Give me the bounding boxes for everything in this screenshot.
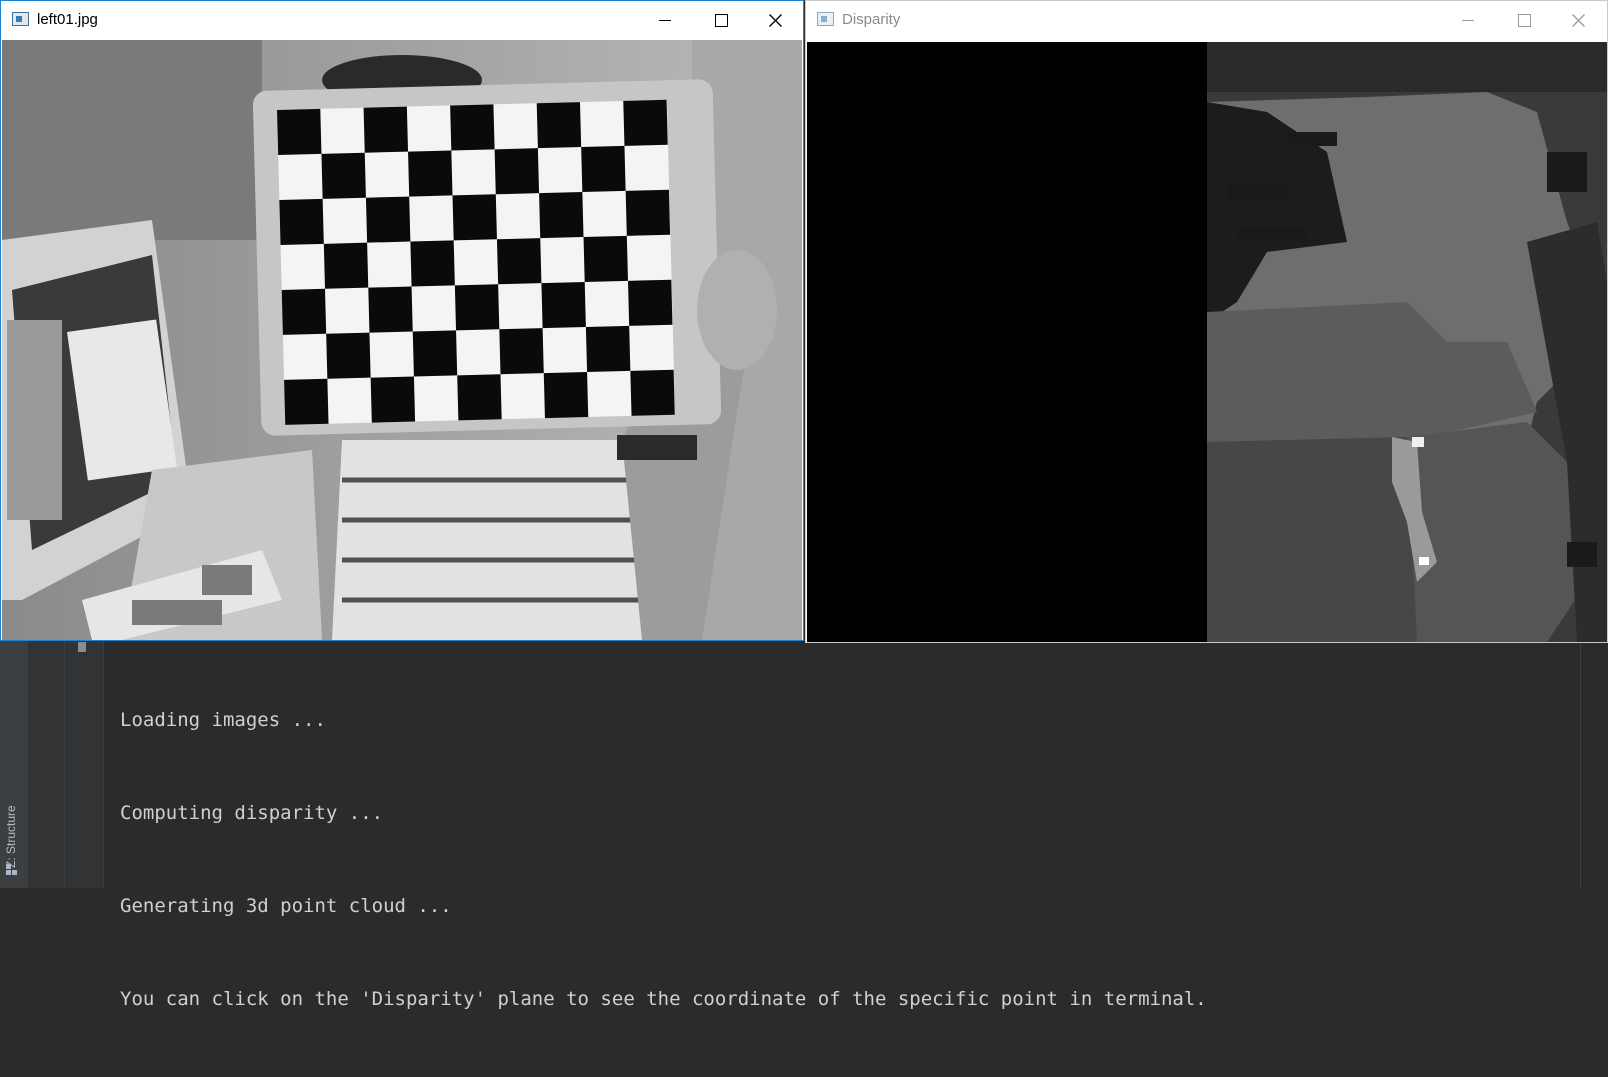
left-image-view[interactable]: [2, 40, 802, 640]
left-window-title: left01.jpg: [37, 11, 98, 28]
structure-icon[interactable]: [6, 864, 18, 876]
console-line: You can click on the 'Disparity' plane t…: [120, 988, 1207, 1010]
disparity-window[interactable]: Disparity: [805, 0, 1608, 643]
minimize-button[interactable]: [1440, 1, 1496, 40]
minimize-button[interactable]: [637, 1, 693, 40]
gutter-marker-icon: [78, 642, 86, 652]
console-line: Computing disparity ...: [120, 802, 384, 824]
structure-tab-label: Z: Structure: [4, 805, 18, 868]
left-image-window[interactable]: left01.jpg: [0, 0, 804, 641]
gutter-divider: [64, 640, 65, 888]
left-camera-image: [2, 40, 802, 640]
app-window-icon: [817, 12, 834, 26]
console-scrollbar[interactable]: [1580, 640, 1608, 888]
run-console-output[interactable]: Loading images ... Computing disparity .…: [120, 643, 1580, 1077]
close-icon: [769, 14, 782, 27]
ide-gutter: [28, 640, 104, 888]
disparity-image-view[interactable]: [807, 42, 1607, 642]
maximize-button[interactable]: [1496, 1, 1552, 40]
maximize-button[interactable]: [693, 1, 749, 40]
disparity-window-titlebar[interactable]: Disparity: [806, 1, 1607, 42]
left-window-titlebar[interactable]: left01.jpg: [1, 1, 803, 40]
console-line: Loading images ...: [120, 709, 326, 731]
disparity-window-title: Disparity: [842, 11, 901, 28]
disparity-map-image: [807, 42, 1607, 642]
close-icon: [1572, 14, 1585, 27]
close-button[interactable]: [748, 1, 804, 40]
close-button[interactable]: [1551, 1, 1607, 40]
app-window-icon: [12, 12, 29, 26]
console-line: Generating 3d point cloud ...: [120, 895, 452, 917]
